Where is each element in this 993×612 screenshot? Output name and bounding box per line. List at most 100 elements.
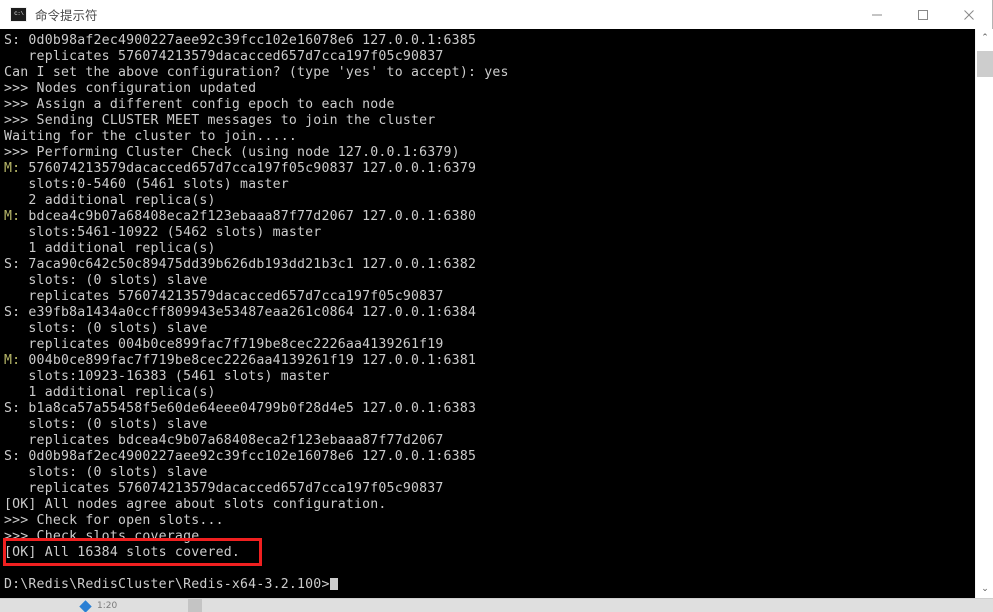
terminal-line: [OK] All nodes agree about slots configu…	[0, 497, 975, 513]
terminal-area[interactable]: S: 0d0b98af2ec4900227aee92c39fcc102e1607…	[0, 29, 993, 598]
terminal-line-text: replicates 576074213579dacacced657d7cca1…	[4, 49, 444, 64]
terminal-line-text: 1 additional replica(s)	[4, 385, 216, 400]
node-role-tag: S:	[4, 305, 21, 320]
terminal-line: slots: (0 slots) slave	[0, 321, 975, 337]
terminal-line-text: bdcea4c9b07a68408eca2f123ebaaa87f77d2067…	[20, 209, 477, 224]
terminal-scrollbar[interactable]: ⌃ ⌄	[975, 29, 993, 598]
terminal-line: S: 0d0b98af2ec4900227aee92c39fcc102e1607…	[0, 449, 975, 465]
command-prompt-window: C:\ 命令提示符 S: 0d0b98af2ec4900227aee92c39f…	[0, 0, 993, 598]
terminal-line: >>> Check for open slots...	[0, 513, 975, 529]
terminal-line: S: 7aca90c642c50c89475dd39b626db193dd21b…	[0, 257, 975, 273]
scroll-down-arrow-icon[interactable]: ⌄	[976, 580, 993, 598]
terminal-line-text: >>> Assign a different config epoch to e…	[4, 97, 395, 112]
terminal-line: >>> Check slots coverage...	[0, 529, 975, 545]
node-role-tag: M:	[4, 209, 21, 224]
terminal-line-text: [OK] All nodes agree about slots configu…	[4, 497, 387, 512]
terminal-line: 1 additional replica(s)	[0, 241, 975, 257]
taskbar-item[interactable]: 1:20	[0, 599, 118, 612]
terminal-line-text: slots:0-5460 (5461 slots) master	[4, 177, 289, 192]
terminal-line: [OK] All 16384 slots covered.	[0, 545, 975, 561]
terminal-line-text: slots:10923-16383 (5461 slots) master	[4, 369, 330, 384]
scroll-up-arrow-icon[interactable]: ⌃	[976, 29, 993, 47]
app-diamond-icon	[79, 600, 92, 612]
terminal-line: S: b1a8ca57a55458f5e60de64eee04799b0f28d…	[0, 401, 975, 417]
terminal-line-text: 2 additional replica(s)	[4, 193, 216, 208]
maximize-button[interactable]	[900, 0, 946, 29]
window-controls	[854, 0, 992, 29]
terminal-line-text: slots:5461-10922 (5462 slots) master	[4, 225, 322, 240]
minimize-button[interactable]	[854, 0, 900, 29]
terminal-line-text: replicates 004b0ce899fac7f719be8cec2226a…	[4, 337, 444, 352]
terminal-line: replicates bdcea4c9b07a68408eca2f123ebaa…	[0, 433, 975, 449]
terminal-line: S: 0d0b98af2ec4900227aee92c39fcc102e1607…	[0, 33, 975, 49]
cmd-icon: C:\	[10, 6, 27, 22]
minimize-icon	[872, 14, 882, 15]
terminal-line: slots: (0 slots) slave	[0, 417, 975, 433]
terminal-line: replicates 576074213579dacacced657d7cca1…	[0, 49, 975, 65]
node-role-tag: S:	[4, 33, 21, 48]
node-role-tag: S:	[4, 449, 21, 464]
terminal-line-text: [OK] All 16384 slots covered.	[4, 545, 241, 560]
terminal-line: M: bdcea4c9b07a68408eca2f123ebaaa87f77d2…	[0, 209, 975, 225]
close-button[interactable]	[946, 0, 992, 29]
terminal-line-text: >>> Performing Cluster Check (using node…	[4, 145, 460, 160]
terminal-line: replicates 576074213579dacacced657d7cca1…	[0, 481, 975, 497]
terminal-line-text: e39fb8a1434a0ccff809943e53487eaa261c0864…	[20, 305, 477, 320]
terminal-line: Can I set the above configuration? (type…	[0, 65, 975, 81]
terminal-line-text: 004b0ce899fac7f719be8cec2226aa4139261f19…	[20, 353, 477, 368]
taskbar-item-label: 1:20	[97, 601, 118, 611]
terminal-line-text: replicates 576074213579dacacced657d7cca1…	[4, 289, 444, 304]
terminal-line-text: D:\Redis\RedisCluster\Redis-x64-3.2.100>	[4, 577, 330, 592]
maximize-icon	[918, 9, 928, 20]
terminal-line: >>> Performing Cluster Check (using node…	[0, 145, 975, 161]
terminal-line-text: >>> Nodes configuration updated	[4, 81, 257, 96]
terminal-line-text: slots: (0 slots) slave	[4, 273, 208, 288]
terminal-output[interactable]: S: 0d0b98af2ec4900227aee92c39fcc102e1607…	[0, 29, 975, 598]
terminal-line-text: replicates bdcea4c9b07a68408eca2f123ebaa…	[4, 433, 444, 448]
terminal-line: slots:0-5460 (5461 slots) master	[0, 177, 975, 193]
terminal-line: slots:10923-16383 (5461 slots) master	[0, 369, 975, 385]
terminal-line-text: replicates 576074213579dacacced657d7cca1…	[4, 481, 444, 496]
terminal-line-text: Waiting for the cluster to join.....	[4, 129, 298, 144]
terminal-line-text: >>> Check for open slots...	[4, 513, 224, 528]
terminal-line: 1 additional replica(s)	[0, 385, 975, 401]
node-role-tag: S:	[4, 401, 21, 416]
terminal-line: D:\Redis\RedisCluster\Redis-x64-3.2.100>	[0, 577, 975, 593]
terminal-line: S: e39fb8a1434a0ccff809943e53487eaa261c0…	[0, 305, 975, 321]
terminal-line: slots: (0 slots) slave	[0, 465, 975, 481]
terminal-line: replicates 576074213579dacacced657d7cca1…	[0, 289, 975, 305]
screen: C:\ 命令提示符 S: 0d0b98af2ec4900227aee92c39f…	[0, 0, 993, 612]
taskbar-divider	[188, 599, 202, 612]
window-title: 命令提示符	[35, 7, 98, 23]
terminal-line-text: 0d0b98af2ec4900227aee92c39fcc102e16078e6…	[20, 449, 477, 464]
terminal-line: M: 004b0ce899fac7f719be8cec2226aa4139261…	[0, 353, 975, 369]
taskbar-peek: 1:20	[0, 598, 993, 612]
text-cursor	[329, 578, 338, 590]
node-role-tag: M:	[4, 161, 21, 176]
titlebar[interactable]: C:\ 命令提示符	[0, 0, 992, 29]
terminal-line-text: slots: (0 slots) slave	[4, 321, 208, 336]
terminal-line-text: 576074213579dacacced657d7cca197f05c90837…	[20, 161, 477, 176]
terminal-line: >>> Assign a different config epoch to e…	[0, 97, 975, 113]
scrollbar-track[interactable]	[976, 47, 993, 580]
cmd-icon-glyph: C:\	[13, 10, 24, 17]
terminal-line: >>> Nodes configuration updated	[0, 81, 975, 97]
close-icon	[964, 9, 974, 20]
node-role-tag: S:	[4, 257, 21, 272]
terminal-line: >>> Sending CLUSTER MEET messages to joi…	[0, 113, 975, 129]
terminal-line-text: slots: (0 slots) slave	[4, 417, 208, 432]
terminal-line: slots: (0 slots) slave	[0, 273, 975, 289]
terminal-line-text: 1 additional replica(s)	[4, 241, 216, 256]
terminal-line-text: b1a8ca57a55458f5e60de64eee04799b0f28d4e5…	[20, 401, 477, 416]
terminal-line: 2 additional replica(s)	[0, 193, 975, 209]
terminal-line-text: Can I set the above configuration? (type…	[4, 65, 509, 80]
terminal-line-text: 0d0b98af2ec4900227aee92c39fcc102e16078e6…	[20, 33, 477, 48]
terminal-line: Waiting for the cluster to join.....	[0, 129, 975, 145]
terminal-line: replicates 004b0ce899fac7f719be8cec2226a…	[0, 337, 975, 353]
node-role-tag: M:	[4, 353, 21, 368]
terminal-line: slots:5461-10922 (5462 slots) master	[0, 225, 975, 241]
scrollbar-thumb[interactable]	[977, 51, 993, 77]
terminal-line-text: >>> Check slots coverage...	[4, 529, 224, 544]
terminal-line-text: slots: (0 slots) slave	[4, 465, 208, 480]
